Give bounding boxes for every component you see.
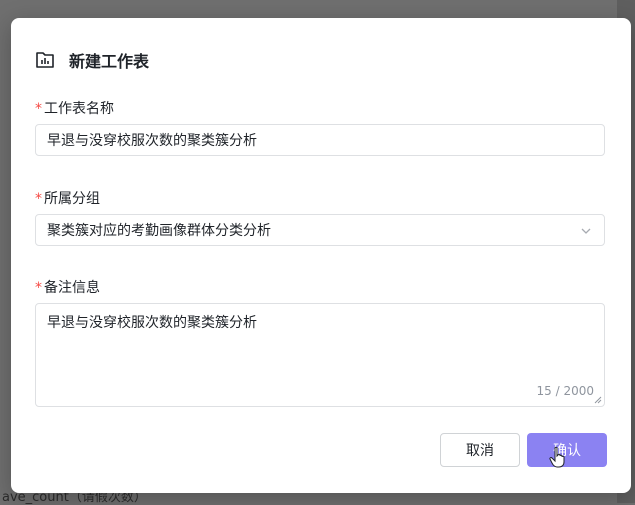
- remark-value: 早退与没穿校服次数的聚类簇分析: [47, 315, 257, 331]
- dialog-title: 新建工作表: [69, 52, 150, 71]
- group-label: * 所属分组: [35, 188, 100, 208]
- worksheet-name-label: * 工作表名称: [35, 98, 114, 118]
- remark-label-text: 备注信息: [44, 280, 100, 296]
- worksheet-name-label-text: 工作表名称: [44, 101, 114, 117]
- char-counter: 15 / 2000: [536, 384, 594, 398]
- group-label-text: 所属分组: [44, 191, 100, 207]
- resize-handle-icon[interactable]: [594, 396, 602, 404]
- remark-label: * 备注信息: [35, 277, 100, 297]
- required-mark: *: [35, 191, 42, 207]
- required-mark: *: [35, 101, 42, 117]
- cancel-button[interactable]: 取消: [440, 433, 520, 467]
- worksheet-name-value: 早退与没穿校服次数的聚类簇分析: [47, 133, 257, 149]
- hand-cursor-icon: [549, 446, 565, 468]
- chart-sheet-icon: [36, 52, 54, 68]
- group-select-value: 聚类簇对应的考勤画像群体分类分析: [47, 223, 271, 239]
- chevron-down-icon: [581, 228, 591, 234]
- group-select[interactable]: 聚类簇对应的考勤画像群体分类分析: [35, 214, 605, 246]
- remark-textarea[interactable]: 早退与没穿校服次数的聚类簇分析 15 / 2000: [35, 303, 605, 407]
- confirm-button[interactable]: 确认: [527, 433, 607, 467]
- required-mark: *: [35, 280, 42, 296]
- new-worksheet-dialog: 新建工作表 * 工作表名称 早退与没穿校服次数的聚类簇分析 * 所属分组 聚类簇对应…: [11, 18, 631, 493]
- worksheet-name-input[interactable]: 早退与没穿校服次数的聚类簇分析: [35, 124, 605, 156]
- dialog-header: 新建工作表: [35, 48, 149, 72]
